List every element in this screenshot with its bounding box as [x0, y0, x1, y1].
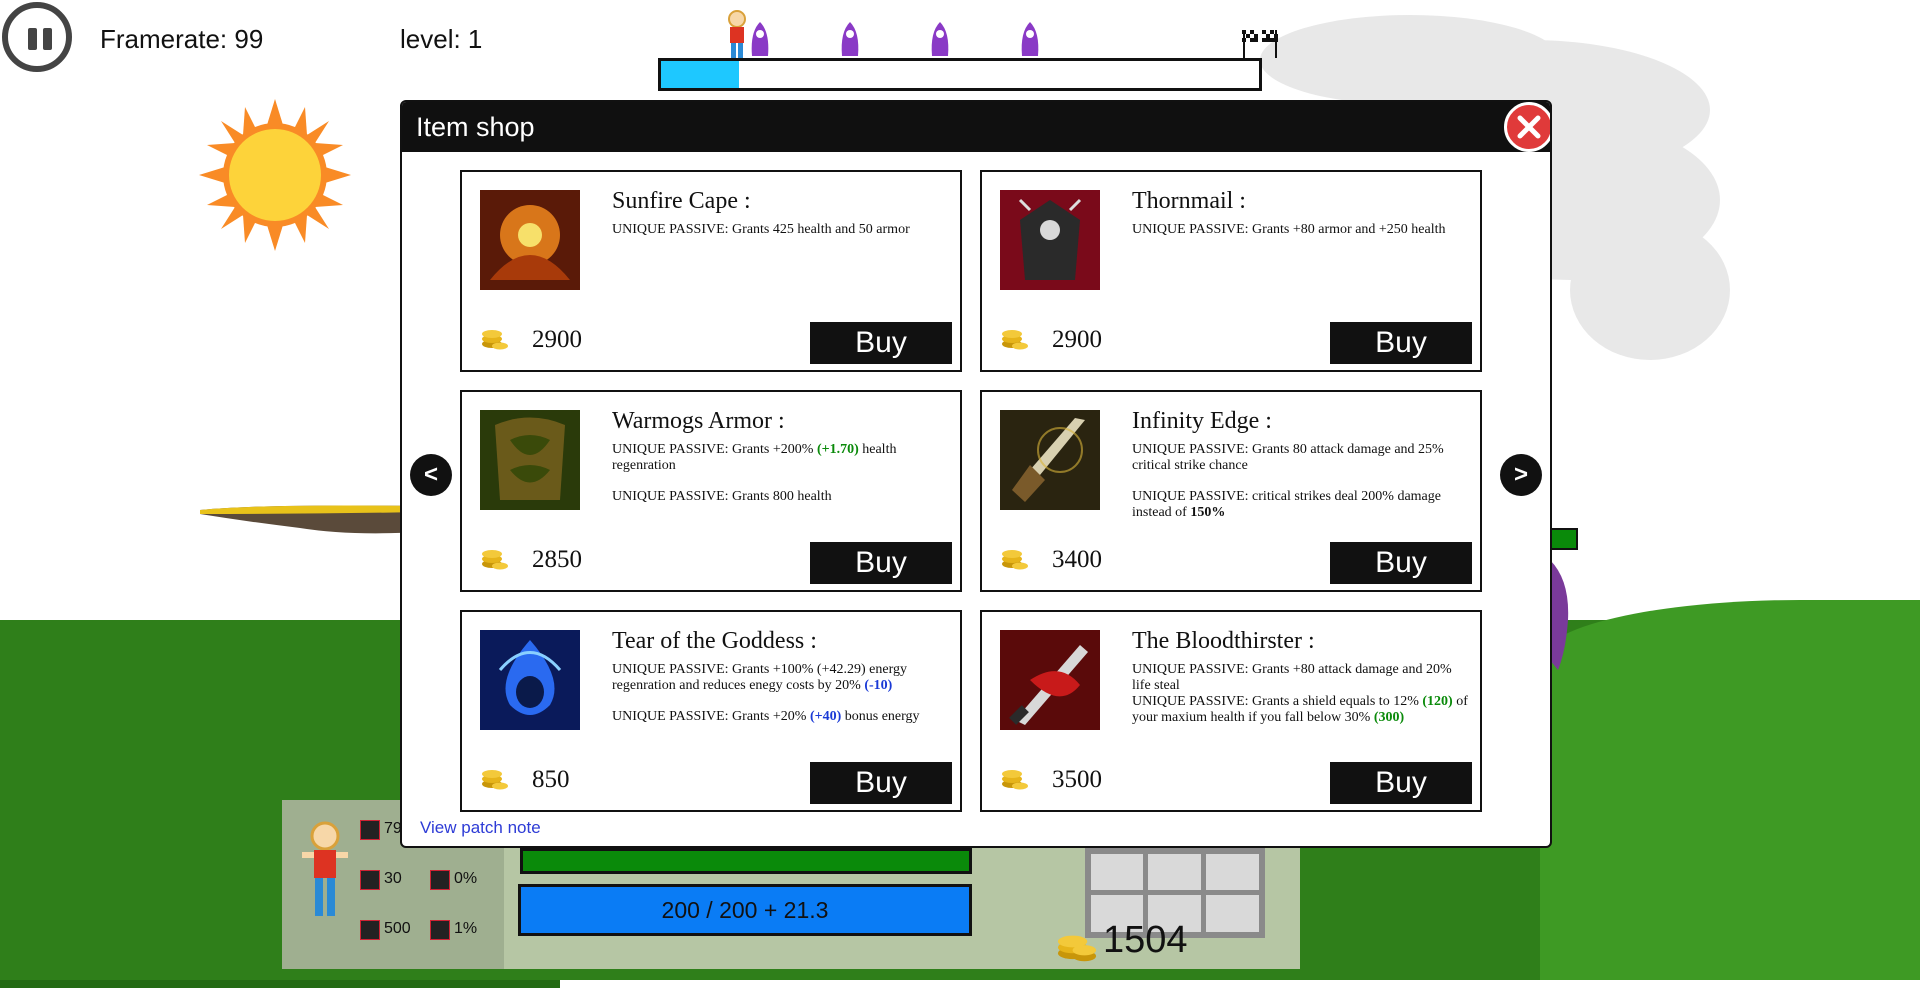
item-price: 3500 — [1052, 766, 1102, 793]
finish-flag-icon — [1242, 30, 1278, 58]
item-card-the-bloodthirster: The Bloodthirster : UNIQUE PASSIVE: Gran… — [980, 610, 1482, 812]
item-name: Tear of the Goddess : — [612, 628, 817, 654]
item-name: Warmogs Armor : — [612, 408, 785, 434]
next-page-button[interactable]: > — [1500, 454, 1542, 496]
level-progress-bar — [658, 58, 1262, 91]
close-icon — [1517, 115, 1541, 139]
armor-icon — [360, 870, 380, 890]
buy-button[interactable]: Buy — [1330, 542, 1472, 584]
level-progress-fill — [661, 61, 739, 88]
sun-icon — [199, 99, 351, 251]
gold-amount: 1504 — [1103, 918, 1188, 961]
buy-button[interactable]: Buy — [810, 542, 952, 584]
item-name: Sunfire Cape : — [612, 188, 751, 214]
item-description: UNIQUE PASSIVE: Grants +80 attack damage… — [1132, 662, 1468, 725]
infinity-edge-item-image — [1000, 410, 1100, 510]
item-price: 2900 — [1052, 326, 1102, 353]
item-price: 2900 — [532, 326, 582, 353]
armor-value: 30 — [384, 870, 402, 887]
item-price: 850 — [532, 766, 570, 793]
item-card-infinity-edge: Infinity Edge : UNIQUE PASSIVE: Grants 8… — [980, 390, 1482, 592]
pause-icon — [43, 28, 52, 50]
crit-chance-value: 0% — [454, 870, 478, 887]
view-patch-note-link[interactable]: View patch note — [420, 818, 541, 838]
enemy-marker-icon — [841, 22, 859, 56]
framerate-label: Framerate: 99 — [100, 24, 264, 54]
hill — [1540, 600, 1920, 980]
coin-stack-icon — [482, 770, 508, 790]
item-card-tear-of-the-goddess: Tear of the Goddess : UNIQUE PASSIVE: Gr… — [460, 610, 962, 812]
coin-stack-icon — [482, 330, 508, 350]
thornmail-item-image — [1000, 190, 1100, 290]
health-bar — [520, 848, 972, 874]
enemy-marker-icon — [1021, 22, 1039, 56]
pause-button[interactable] — [2, 2, 72, 72]
coin-stack-icon — [1002, 330, 1028, 350]
buy-button[interactable]: Buy — [1330, 762, 1472, 804]
floating-platform — [200, 505, 420, 534]
life-steal-value: 1% — [454, 920, 478, 937]
item-description: UNIQUE PASSIVE: Grants +100% (+42.29) en… — [612, 662, 920, 724]
item-description: UNIQUE PASSIVE: Grants 425 health and 50… — [612, 222, 910, 237]
level-label: level: 1 — [400, 24, 483, 54]
sunfire-cape-item-image — [480, 190, 580, 290]
item-card-sunfire-cape: Sunfire Cape : UNIQUE PASSIVE: Grants 42… — [460, 170, 962, 372]
item-price: 2850 — [532, 546, 582, 573]
pause-icon — [28, 28, 37, 50]
item-shop-dialog: Item shop < > Sunfire Cape : UNIQUE PASS… — [400, 100, 1552, 848]
health-icon — [360, 920, 380, 940]
energy-bar: 200 / 200 + 21.3 — [518, 884, 972, 936]
coin-stack-icon — [1057, 935, 1097, 962]
player-avatar — [302, 821, 348, 916]
buy-button[interactable]: Buy — [810, 762, 952, 804]
coin-stack-icon — [482, 550, 508, 570]
warmogs-armor-item-image — [480, 410, 580, 510]
item-name: Thornmail : — [1132, 188, 1246, 214]
gold-display: 1504 — [1055, 918, 1188, 962]
item-card-warmogs-armor: Warmogs Armor : UNIQUE PASSIVE: Grants +… — [460, 390, 962, 592]
item-shop-header: Item shop — [402, 102, 1550, 152]
item-name: The Bloodthirster : — [1132, 628, 1315, 654]
item-name: Infinity Edge : — [1132, 408, 1272, 434]
enemy-marker-icon — [751, 22, 769, 56]
attack-damage-icon — [360, 820, 380, 840]
crit-chance-icon — [430, 870, 450, 890]
item-description: UNIQUE PASSIVE: Grants +200% (+1.70) hea… — [612, 442, 897, 504]
close-button[interactable] — [1504, 102, 1550, 152]
health-value: 500 — [384, 920, 411, 937]
item-card-thornmail: Thornmail : UNIQUE PASSIVE: Grants +80 a… — [980, 170, 1482, 372]
buy-button[interactable]: Buy — [810, 322, 952, 364]
item-description: UNIQUE PASSIVE: Grants 80 attack damage … — [1132, 442, 1444, 520]
prev-page-button[interactable]: < — [410, 454, 452, 496]
item-description: UNIQUE PASSIVE: Grants +80 armor and +25… — [1132, 222, 1446, 237]
enemy-marker-icon — [931, 22, 949, 56]
the-bloodthirster-item-image — [1000, 630, 1100, 730]
coin-stack-icon — [1002, 770, 1028, 790]
tear-of-the-goddess-item-image — [480, 630, 580, 730]
item-price: 3400 — [1052, 546, 1102, 573]
life-steal-icon — [430, 920, 450, 940]
coin-stack-icon — [1002, 550, 1028, 570]
enemy-health-bar — [1548, 528, 1578, 550]
buy-button[interactable]: Buy — [1330, 322, 1472, 364]
item-shop-title: Item shop — [416, 112, 535, 142]
player-marker-icon — [728, 10, 746, 59]
